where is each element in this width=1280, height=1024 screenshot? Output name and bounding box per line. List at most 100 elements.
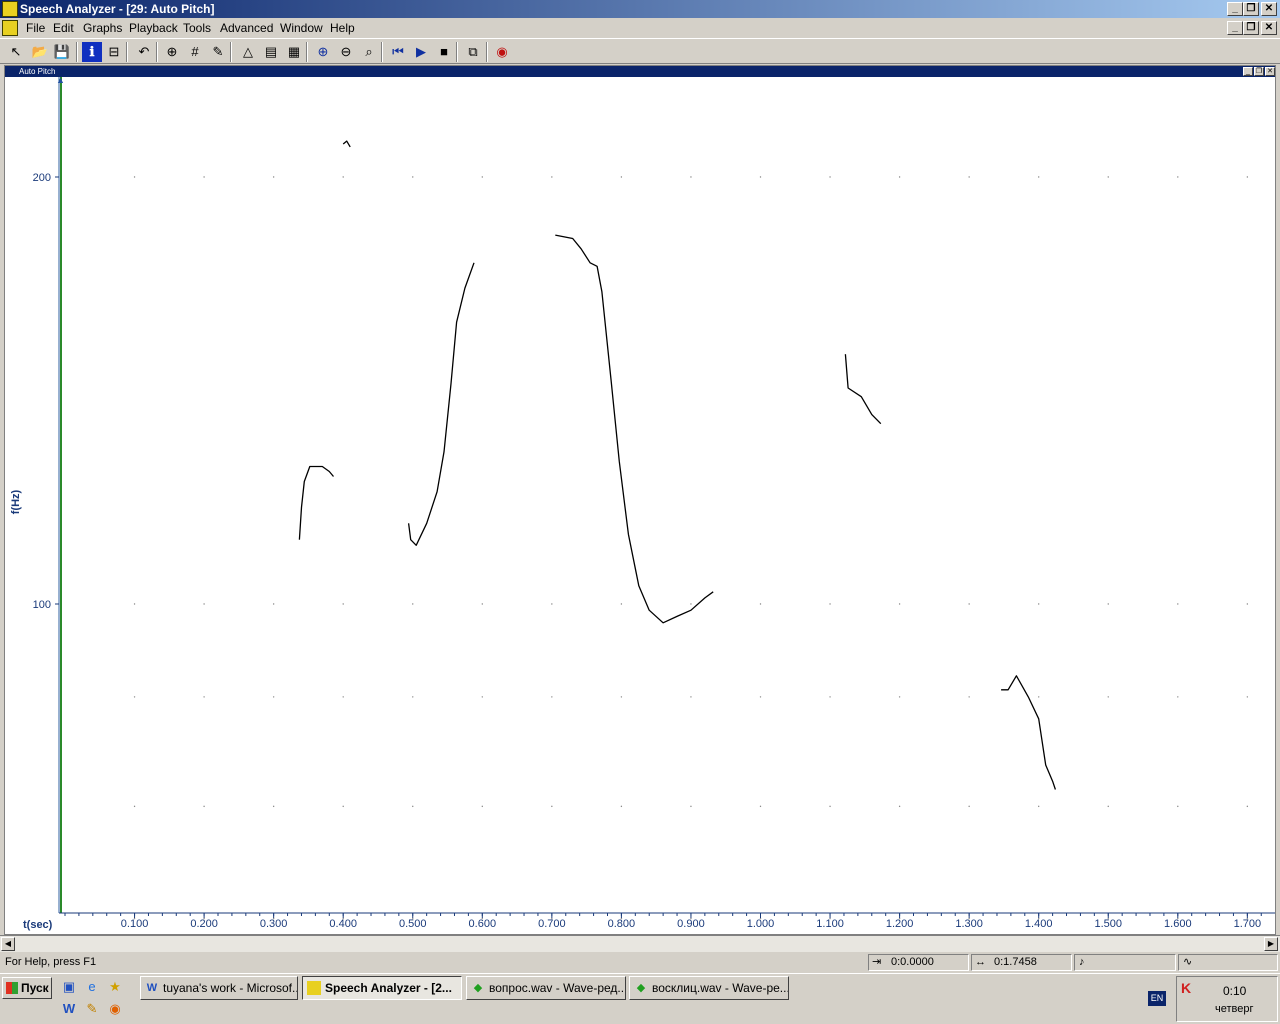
grid-dot — [1246, 176, 1249, 178]
child-minimize-button[interactable]: _ — [1227, 21, 1243, 35]
menu-help[interactable]: Help — [330, 21, 355, 35]
language-indicator[interactable]: EN — [1148, 991, 1166, 1006]
taskbar: Пуск ▣ e ★ W ✎ ◉ W tuyana's work - Micro… — [0, 973, 1280, 1024]
system-tray: K 0:10 четверг — [1176, 976, 1278, 1022]
grid-dot — [1038, 805, 1040, 808]
grid-dot — [342, 603, 344, 605]
grid-dot — [1246, 696, 1249, 698]
horizontal-scrollbar[interactable]: ◀ ▶ — [0, 935, 1280, 952]
close-button[interactable]: ✕ — [1261, 2, 1277, 16]
status-start-time: ⇥ 0:0.0000 — [868, 954, 969, 971]
clock-time[interactable]: 0:10 — [1223, 984, 1246, 998]
grid-dot — [1246, 603, 1249, 605]
grid-dot — [1038, 176, 1040, 178]
open-folder-icon[interactable]: 📂 — [30, 42, 50, 62]
child-restore-button[interactable]: ❐ — [1243, 21, 1259, 35]
word-quicklaunch-icon[interactable]: W — [60, 1000, 78, 1018]
pitch-chart[interactable]: ▲ 0.100 0.200 0.300 0.400 0.500 0.600 0.700 0.80… — [5, 66, 1275, 934]
kaspersky-icon[interactable]: K — [1181, 980, 1191, 996]
favorites-star-icon[interactable]: ★ — [106, 978, 124, 996]
grid-dot — [829, 696, 831, 698]
clock-day: четверг — [1215, 1003, 1254, 1015]
grid-dot — [551, 696, 553, 698]
zoom-in-icon[interactable]: ⊕ — [313, 42, 333, 62]
grid-dot — [1246, 805, 1249, 808]
stop-icon[interactable]: ■ — [434, 42, 454, 62]
internet-explorer-icon[interactable]: e — [83, 978, 101, 996]
firefox-icon[interactable]: ◉ — [106, 1000, 124, 1018]
grid-dot — [829, 603, 831, 605]
pitch-segment-5 — [844, 354, 882, 425]
grid-dot — [481, 805, 483, 808]
menu-window[interactable]: Window — [280, 21, 323, 35]
zoom-out-icon[interactable]: ⊖ — [336, 42, 356, 62]
grid-dot — [133, 805, 136, 808]
task-speech-analyzer[interactable]: Speech Analyzer - [2... — [302, 976, 462, 1000]
spectrum-icon[interactable]: △ — [238, 42, 258, 62]
grid-dot — [133, 603, 136, 605]
save-icon[interactable]: 💾 — [52, 42, 72, 62]
grid-dot — [759, 603, 762, 605]
start-button[interactable]: Пуск — [2, 977, 52, 999]
word-icon: W — [146, 982, 158, 994]
play-from-start-icon[interactable]: ⏮ — [388, 42, 408, 62]
tree-icon[interactable]: ⊟ — [104, 42, 124, 62]
grid-dot — [620, 603, 623, 605]
grid-dot — [1177, 176, 1179, 178]
minimize-button[interactable]: _ — [1227, 2, 1243, 16]
edit-graph-icon[interactable]: ✎ — [208, 42, 228, 62]
child-close-button[interactable]: ✕ — [1261, 21, 1277, 35]
grid-dot — [898, 696, 901, 698]
toolbar-separator — [126, 42, 128, 62]
task-word-label: tuyana's work - Microsof... — [163, 981, 298, 995]
tool-quicklaunch-icon[interactable]: ✎ — [83, 1000, 101, 1018]
menu-tools[interactable]: Tools — [183, 21, 211, 35]
legend-icon[interactable]: ▦ — [284, 42, 304, 62]
scroll-left-icon[interactable]: ◀ — [1, 937, 15, 951]
menu-file[interactable]: File — [26, 21, 45, 35]
info-icon[interactable]: ℹ — [82, 42, 102, 62]
restore-button[interactable]: ❐ — [1243, 2, 1259, 16]
undo-icon[interactable]: ↶ — [134, 42, 154, 62]
grid-dot — [1038, 603, 1040, 605]
menu-advanced[interactable]: Advanced — [220, 21, 273, 35]
x-tick-label: 1.000 — [747, 918, 775, 930]
task-wave-vopros[interactable]: ◆ вопрос.wav - Wave-ред... — [466, 976, 626, 1000]
x-tick-label: 1.200 — [886, 918, 914, 930]
tape-icon[interactable]: ⧉ — [463, 42, 483, 62]
toolbar-separator — [230, 42, 232, 62]
add-graph-icon[interactable]: ⊕ — [162, 42, 182, 62]
grid-dot — [968, 805, 970, 808]
scroll-right-icon[interactable]: ▶ — [1264, 937, 1278, 951]
grid-dot — [690, 805, 692, 808]
x-tick-label: 1.600 — [1164, 918, 1192, 930]
grid-dot — [342, 176, 344, 178]
menu-graphs[interactable]: Graphs — [83, 21, 122, 35]
toolbar-separator — [486, 42, 488, 62]
auto-pitch-window: Auto Pitch _ ❐ ✕ ▲ 0.100 0.200 0.300 0.400 0.… — [4, 65, 1276, 935]
menu-edit[interactable]: Edit — [53, 21, 74, 35]
record-icon[interactable]: ◉ — [492, 42, 512, 62]
menu-playback[interactable]: Playback — [129, 21, 178, 35]
x-tick-label: 0.900 — [677, 918, 705, 930]
task-word[interactable]: W tuyana's work - Microsof... — [140, 976, 298, 1000]
task-wave-vosklic[interactable]: ◆ восклиц.wav - Wave-ре... — [629, 976, 789, 1000]
toolbar-separator — [76, 42, 78, 62]
document-icon[interactable] — [2, 20, 18, 36]
pitch-segment-4 — [555, 234, 714, 624]
show-desktop-icon[interactable]: ▣ — [60, 978, 78, 996]
length-time-value: 0:1.7458 — [994, 956, 1037, 968]
pitch-segment-3 — [407, 262, 475, 546]
play-icon[interactable]: ▶ — [411, 42, 431, 62]
pointer-icon[interactable]: ↖ — [6, 42, 26, 62]
gridlines-icon[interactable]: # — [185, 42, 205, 62]
zoom-all-icon[interactable]: ⌕ — [359, 42, 379, 62]
grid-dot — [133, 696, 136, 698]
windows-flag-icon — [6, 982, 18, 994]
grid-dot — [272, 176, 275, 178]
start-time-value: 0:0.0000 — [891, 956, 934, 968]
grid-dot — [898, 805, 901, 808]
app-icon[interactable] — [2, 1, 18, 17]
layout-icon[interactable]: ▤ — [261, 42, 281, 62]
x-tick-label: 0.800 — [608, 918, 636, 930]
